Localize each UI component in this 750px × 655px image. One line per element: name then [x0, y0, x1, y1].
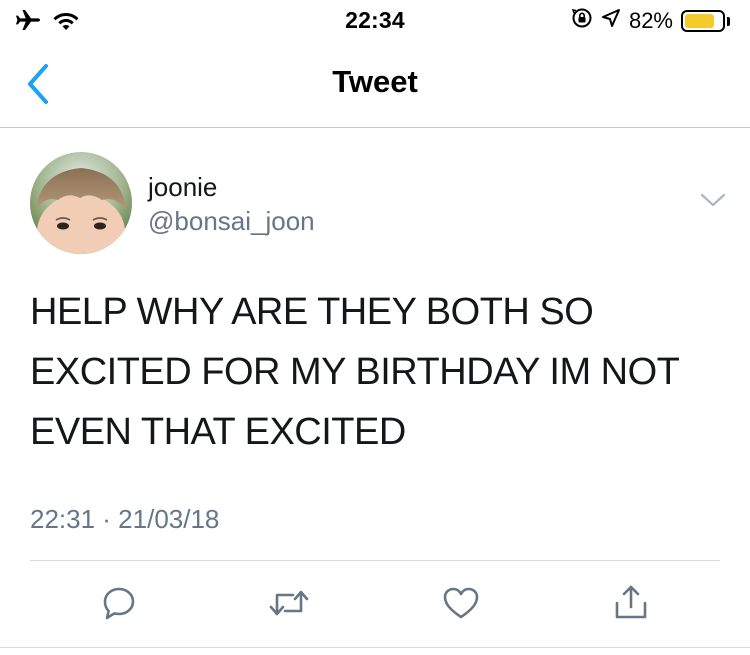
status-bar: 22:34 82% — [0, 0, 750, 40]
avatar[interactable] — [30, 152, 132, 254]
nav-bar: Tweet — [0, 40, 750, 128]
like-button[interactable] — [436, 580, 486, 630]
reply-icon — [99, 583, 139, 628]
location-icon — [601, 8, 621, 34]
battery-fill — [685, 14, 714, 28]
bottom-divider — [0, 647, 750, 648]
battery-cap — [727, 16, 730, 26]
user-handle[interactable]: @bonsai_joon — [148, 206, 315, 237]
share-button[interactable] — [606, 580, 656, 630]
reply-button[interactable] — [94, 580, 144, 630]
display-name[interactable]: joonie — [148, 172, 217, 203]
like-icon — [441, 583, 481, 628]
tweet-header: joonie @bonsai_joon — [28, 150, 726, 260]
share-icon — [611, 583, 651, 628]
retweet-button[interactable] — [264, 580, 314, 630]
action-bar — [0, 580, 750, 630]
retweet-icon — [267, 583, 311, 628]
battery-body — [681, 10, 725, 32]
page-title: Tweet — [332, 64, 418, 99]
chevron-down-icon — [698, 193, 728, 214]
status-right: 82% — [571, 7, 730, 35]
more-options-button[interactable] — [698, 190, 728, 210]
battery-percent: 82% — [628, 8, 673, 33]
orientation-lock-icon — [571, 7, 593, 35]
divider — [30, 560, 720, 561]
battery-icon — [681, 10, 730, 32]
tweet-text: HELP WHY ARE THEY BOTH SO EXCITED FOR MY… — [30, 291, 679, 453]
tweet-timestamp[interactable]: 22:31 · 21/03/18 — [30, 504, 219, 535]
